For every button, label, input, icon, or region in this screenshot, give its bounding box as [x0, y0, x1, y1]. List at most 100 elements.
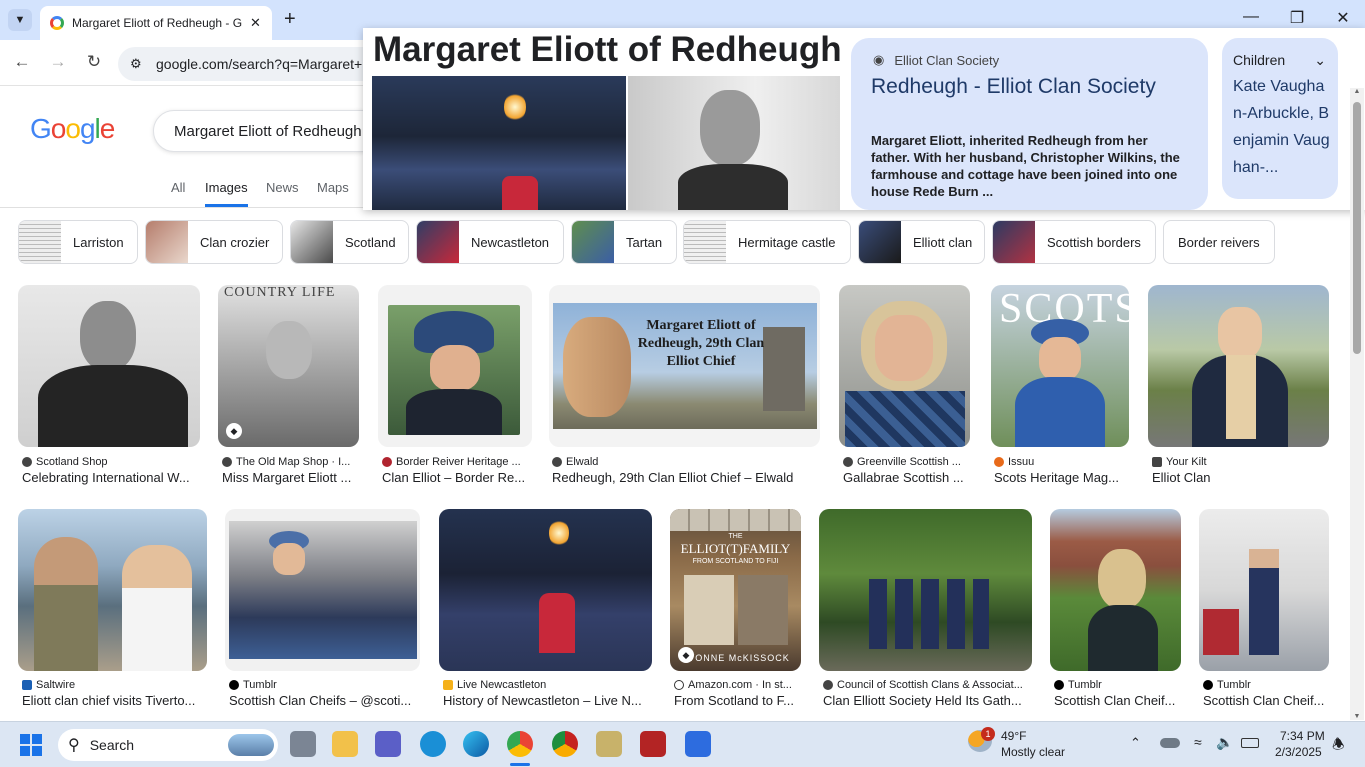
result-source[interactable]: Elwald [552, 456, 812, 468]
result-image[interactable]: SCOTS [991, 285, 1129, 447]
result-title[interactable]: Clan Elliot – Border Re... [382, 470, 530, 485]
mail-icon[interactable] [420, 731, 446, 757]
result-image[interactable]: COUNTRY LIFE ◆ [218, 285, 359, 447]
result-title[interactable]: Scottish Clan Cheif... [1054, 693, 1180, 708]
result-title[interactable]: Celebrating International W... [22, 470, 200, 485]
chip-newcastleton[interactable]: Newcastleton [416, 220, 564, 264]
result-title[interactable]: Scottish Clan Cheifs – @scoti... [229, 693, 417, 708]
result-title[interactable]: Scots Heritage Mag... [994, 470, 1128, 485]
chrome-beta-icon[interactable] [552, 731, 578, 757]
result-source[interactable]: Tumblr [229, 679, 419, 691]
wifi-icon[interactable]: ≈ [1194, 734, 1202, 750]
volume-icon[interactable]: 🔈 [1216, 734, 1233, 751]
knowledge-card[interactable]: ◉ Elliot Clan Society Redheugh - Elliot … [851, 38, 1208, 210]
tab-maps[interactable]: Maps [317, 180, 349, 195]
chip-scotland[interactable]: Scotland [290, 220, 409, 264]
result-title[interactable]: Clan Elliott Society Held Its Gath... [823, 693, 1031, 708]
result-source[interactable]: Tumblr [1054, 679, 1180, 691]
popup-image-ceremony[interactable] [372, 76, 626, 210]
result-source[interactable]: Tumblr [1203, 679, 1329, 691]
site-info-icon[interactable]: ⚙ [130, 56, 142, 72]
notes-icon[interactable] [685, 731, 711, 757]
result-title[interactable]: Miss Margaret Eliott ... [222, 470, 358, 485]
reload-icon[interactable]: ↻ [82, 52, 106, 72]
search-input[interactable]: Margaret Eliott of Redheugh [153, 110, 383, 152]
chip-hermitage-castle[interactable]: Hermitage castle [683, 220, 851, 264]
result-source[interactable]: The Old Map Shop · I... [222, 456, 358, 468]
result-image[interactable] [378, 285, 532, 447]
tab-images[interactable]: Images [205, 180, 248, 207]
windows-start-icon[interactable] [20, 734, 42, 756]
weather-desc[interactable]: Mostly clear [1001, 745, 1065, 759]
chip-border-reivers[interactable]: Border reivers [1163, 220, 1275, 264]
game-icon[interactable] [640, 731, 666, 757]
result-image[interactable] [439, 509, 652, 671]
result-image[interactable]: THE ELLIOT(T)FAMILY FROM SCOTLAND TO FIJ… [670, 509, 801, 671]
result-source[interactable]: Live Newcastleton [443, 679, 648, 691]
result-source[interactable]: Border Reiver Heritage ... [382, 456, 532, 468]
children-card[interactable]: Children ⌄ Kate Vaughan-Arbuckle, Benjam… [1222, 38, 1338, 199]
battery-icon[interactable] [1241, 738, 1259, 748]
result-image[interactable] [1199, 509, 1329, 671]
close-tab-icon[interactable]: ✕ [250, 15, 261, 31]
scrollbar-up-icon[interactable]: ▲ [1350, 88, 1364, 95]
result-title[interactable]: Redheugh, 29th Clan Elliot Chief – Elwal… [552, 470, 817, 485]
tab-all[interactable]: All [171, 180, 185, 195]
app-icon[interactable] [596, 731, 622, 757]
result-image[interactable] [18, 285, 200, 447]
chip-elliott-clan[interactable]: Elliott clan [858, 220, 985, 264]
result-title[interactable]: Eliott clan chief visits Tiverto... [22, 693, 204, 708]
result-source[interactable]: Saltwire [22, 679, 207, 691]
chevron-up-icon[interactable]: ⌃ [1130, 735, 1141, 751]
result-source[interactable]: Council of Scottish Clans & Associat... [823, 679, 1031, 691]
result-title[interactable]: Scottish Clan Cheif... [1203, 693, 1327, 708]
clock-date[interactable]: 2/3/2025 [1275, 745, 1322, 759]
forward-icon[interactable]: → [46, 52, 70, 72]
result-source[interactable]: Amazon.com · In st... [674, 679, 800, 691]
result-image[interactable] [819, 509, 1032, 671]
result-image[interactable] [1050, 509, 1181, 671]
new-tab-button[interactable]: + [284, 8, 296, 31]
scrollbar-down-icon[interactable]: ▼ [1350, 713, 1364, 720]
clock-time[interactable]: 7:34 PM [1280, 729, 1325, 743]
task-view-icon[interactable] [290, 731, 316, 757]
taskbar-search[interactable]: ⚲ Search [58, 729, 278, 761]
notification-bell-icon[interactable]: 🕭 [1332, 734, 1345, 758]
google-logo[interactable]: Google [30, 113, 115, 145]
teams-icon[interactable] [375, 731, 401, 757]
result-title[interactable]: From Scotland to F... [674, 693, 800, 708]
result-image[interactable] [1148, 285, 1329, 447]
result-image[interactable] [839, 285, 970, 447]
chip-clan-crozier[interactable]: Clan crozier [145, 220, 283, 264]
file-explorer-icon[interactable] [332, 731, 358, 757]
chip-scottish-borders[interactable]: Scottish borders [992, 220, 1156, 264]
tab-list-button[interactable]: ▼ [8, 9, 32, 31]
maximize-icon[interactable]: ❐ [1283, 8, 1311, 28]
result-image[interactable]: Margaret Eliott of Redheugh, 29th Clan E… [549, 285, 820, 447]
scrollbar-thumb[interactable] [1353, 102, 1361, 354]
chip-tartan[interactable]: Tartan [571, 220, 677, 264]
close-window-icon[interactable]: ✕ [1329, 8, 1357, 28]
result-source[interactable]: Issuu [994, 456, 1128, 468]
browser-tab[interactable]: Margaret Eliott of Redheugh - Goo ✕ [40, 6, 272, 40]
result-source[interactable]: Greenville Scottish ... [843, 456, 969, 468]
result-title[interactable]: Redheugh - Elliot Clan Society [871, 74, 1191, 100]
onedrive-icon[interactable] [1160, 738, 1180, 748]
result-image[interactable] [225, 509, 420, 671]
popup-image-portrait[interactable] [628, 76, 840, 210]
result-source[interactable]: Scotland Shop [22, 456, 200, 468]
weather-temp[interactable]: 49°F [1001, 729, 1026, 743]
scrollbar[interactable]: ▲ ▼ [1350, 88, 1364, 720]
result-image[interactable] [18, 509, 207, 671]
result-source[interactable]: Your Kilt [1152, 456, 1328, 468]
chevron-down-icon[interactable]: ⌄ [1314, 52, 1326, 69]
chip-larriston[interactable]: Larriston [18, 220, 138, 264]
result-title[interactable]: History of Newcastleton – Live N... [443, 693, 648, 708]
chrome-icon[interactable] [507, 731, 533, 757]
minimize-icon[interactable]: — [1237, 8, 1265, 26]
edge-icon[interactable] [463, 731, 489, 757]
back-icon[interactable]: ← [10, 52, 34, 72]
tab-news[interactable]: News [266, 180, 299, 195]
result-title[interactable]: Elliot Clan [1152, 470, 1328, 485]
result-title[interactable]: Gallabrae Scottish ... [843, 470, 969, 485]
